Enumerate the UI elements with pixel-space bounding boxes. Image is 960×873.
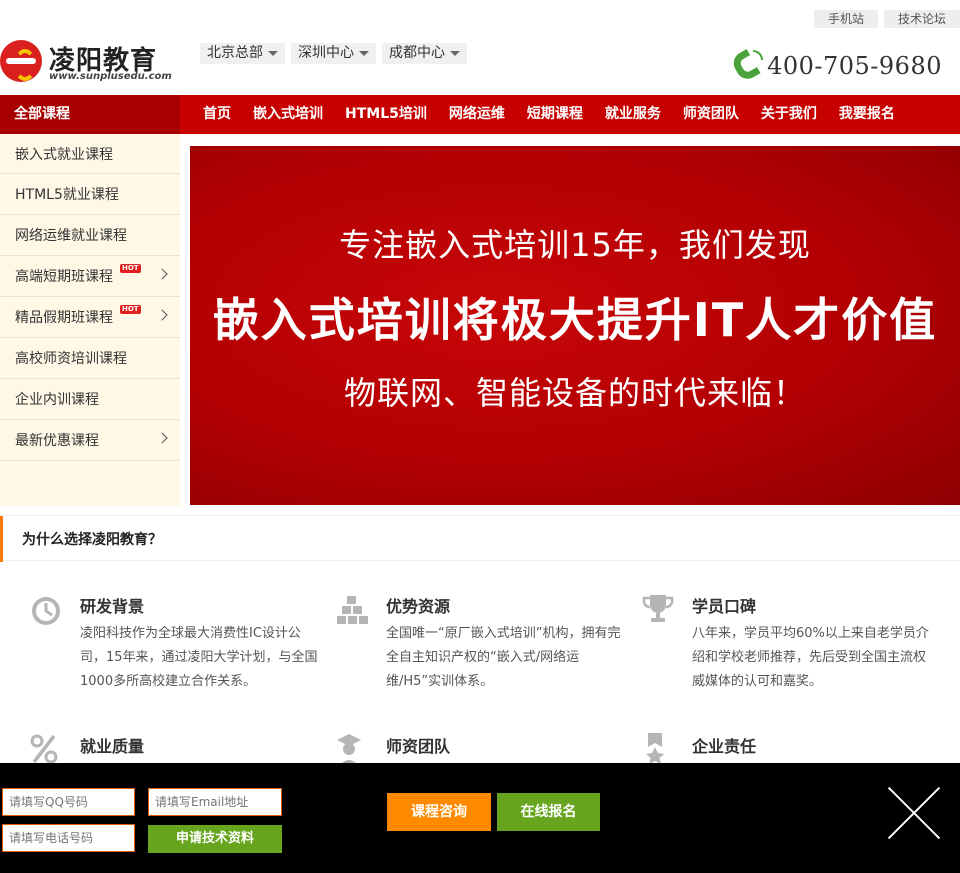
percent-icon	[30, 734, 58, 764]
feature-responsibility: 企业责任	[642, 733, 942, 764]
sidebar-item-label: 企业内训课程	[15, 392, 99, 408]
feature-title: 师资团队	[386, 737, 451, 756]
mobile-site-link[interactable]: 手机站	[813, 10, 878, 28]
sidebar-item-teacher-training[interactable]: 高校师资培训课程	[0, 338, 180, 379]
why-section-title: 为什么选择凌阳教育？	[22, 532, 162, 548]
branch-label: 成都中心	[389, 45, 445, 61]
feature-title: 优势资源	[386, 597, 451, 616]
hero-banner[interactable]: 专注嵌入式培训15年，我们发现 嵌入式培训将极大提升IT人才价值 物联网、智能设…	[190, 146, 960, 505]
why-section-header: 为什么选择凌阳教育？	[0, 515, 960, 562]
feature-resources: 优势资源 全国唯一“原厂嵌入式培训”机构，拥有完全自主知识产权的“嵌入式/网络运…	[336, 593, 636, 703]
chevron-right-icon	[156, 268, 168, 280]
hotline: 400-705-9680	[729, 48, 942, 84]
branch-chengdu[interactable]: 成都中心	[382, 43, 467, 64]
branch-label: 北京总部	[207, 45, 263, 61]
logo-mark-icon	[0, 40, 42, 82]
feature-employment-quality: 就业质量	[30, 733, 330, 764]
main-nav: 全部课程 首页 嵌入式培训 HTML5培训 网络运维 短期课程 就业服务 师资团…	[0, 95, 960, 134]
nav-network-ops[interactable]: 网络运维	[438, 95, 516, 134]
sidebar-item-label: 嵌入式就业课程	[15, 146, 113, 163]
chevron-right-icon	[156, 432, 168, 444]
blocks-icon	[337, 596, 368, 624]
banner-line-1: 专注嵌入式培训15年，我们发现	[339, 226, 811, 264]
sidebar-item-label: 精品假期班课程	[15, 310, 113, 326]
banner-line-3: 物联网、智能设备的时代来临！	[343, 374, 806, 412]
feature-title: 研发背景	[80, 597, 145, 616]
feature-title: 学员口碑	[692, 597, 757, 616]
sidebar-item-short-term[interactable]: 高端短期班课程 HOT	[0, 256, 180, 297]
branch-label: 深圳中心	[298, 45, 354, 61]
sidebar-item-embedded[interactable]: 嵌入式就业课程	[0, 134, 180, 174]
trophy-icon	[642, 595, 674, 622]
clock-icon	[32, 597, 60, 625]
hot-badge: HOT	[120, 264, 141, 273]
all-courses-menu[interactable]: 全部课程	[0, 95, 180, 134]
feature-desc: 全国唯一“原厂嵌入式培训”机构，拥有完全自主知识产权的“嵌入式/网络运维/H5”…	[386, 626, 621, 689]
graduate-icon	[337, 734, 361, 767]
phone-icon	[729, 48, 764, 84]
feature-reputation: 学员口碑 八年来，学员平均60%以上来自老学员介绍和学校老师推荐，先后受到全国主…	[642, 593, 942, 703]
branch-shenzhen[interactable]: 深圳中心	[291, 43, 376, 64]
course-consult-button[interactable]: 课程咨询	[387, 793, 491, 831]
bottom-consult-bar: 申请技术资料 课程咨询 在线报名	[0, 763, 960, 873]
top-links: 手机站 技术论坛	[813, 10, 960, 28]
feature-title: 就业质量	[80, 737, 145, 756]
nav-teachers[interactable]: 师资团队	[672, 95, 750, 134]
nav-signup[interactable]: 我要报名	[828, 95, 906, 134]
caret-down-icon	[450, 51, 460, 56]
sidebar-item-holiday[interactable]: 精品假期班课程 HOT	[0, 297, 180, 338]
qq-input[interactable]	[2, 788, 135, 816]
nav-home[interactable]: 首页	[192, 95, 242, 134]
sidebar-item-html5[interactable]: HTML5就业课程	[0, 174, 180, 215]
sidebar-item-network[interactable]: 网络运维就业课程	[0, 215, 180, 256]
sidebar-item-label: 最新优惠课程	[15, 433, 99, 449]
feature-teachers: 师资团队	[336, 733, 636, 767]
hotline-number: 400-705-9680	[767, 52, 942, 80]
sidebar-item-label: 高端短期班课程	[15, 269, 113, 285]
online-signup-button[interactable]: 在线报名	[497, 793, 600, 831]
hot-badge: HOT	[120, 305, 141, 314]
sidebar-item-corporate[interactable]: 企业内训课程	[0, 379, 180, 420]
caret-down-icon	[359, 51, 369, 56]
banner-headline: 嵌入式培训将极大提升IT人才价值	[212, 293, 938, 347]
tech-forum-link[interactable]: 技术论坛	[883, 10, 960, 28]
feature-rd-background: 研发背景 凌阳科技作为全球最大消费性IC设计公司，15年来，通过凌阳大学计划，与…	[30, 593, 330, 703]
nav-short-courses[interactable]: 短期课程	[516, 95, 594, 134]
sidebar-item-label: HTML5就业课程	[15, 187, 119, 203]
branch-beijing[interactable]: 北京总部	[200, 43, 285, 64]
phone-input[interactable]	[2, 824, 135, 852]
caret-down-icon	[268, 51, 278, 56]
feature-desc: 八年来，学员平均60%以上来自老学员介绍和学校老师推荐，先后受到全国主流权威媒体…	[692, 626, 929, 689]
close-icon[interactable]	[888, 787, 940, 839]
nav-about[interactable]: 关于我们	[750, 95, 828, 134]
feature-desc: 凌阳科技作为全球最大消费性IC设计公司，15年来，通过凌阳大学计划，与全国100…	[80, 626, 318, 689]
sidebar-item-label: 网络运维就业课程	[15, 228, 127, 244]
sidebar-item-label: 高校师资培训课程	[15, 351, 127, 367]
nav-employment[interactable]: 就业服务	[594, 95, 672, 134]
branch-selectors: 北京总部 深圳中心 成都中心	[200, 43, 467, 64]
nav-embedded[interactable]: 嵌入式培训	[242, 95, 334, 134]
nav-items: 首页 嵌入式培训 HTML5培训 网络运维 短期课程 就业服务 师资团队 关于我…	[180, 95, 906, 134]
chevron-right-icon	[156, 309, 168, 321]
sidebar-item-discounts[interactable]: 最新优惠课程	[0, 420, 180, 461]
nav-html5[interactable]: HTML5培训	[334, 95, 438, 134]
email-input[interactable]	[148, 788, 282, 816]
site-logo[interactable]: 凌阳教育 www.sunplusedu.com	[0, 40, 172, 86]
feature-title: 企业责任	[692, 737, 757, 756]
logo-url: www.sunplusedu.com	[49, 71, 172, 82]
course-sidebar: 嵌入式就业课程 HTML5就业课程 网络运维就业课程 高端短期班课程 HOT 精…	[0, 134, 180, 506]
award-icon	[646, 733, 664, 764]
apply-materials-button[interactable]: 申请技术资料	[148, 825, 282, 853]
